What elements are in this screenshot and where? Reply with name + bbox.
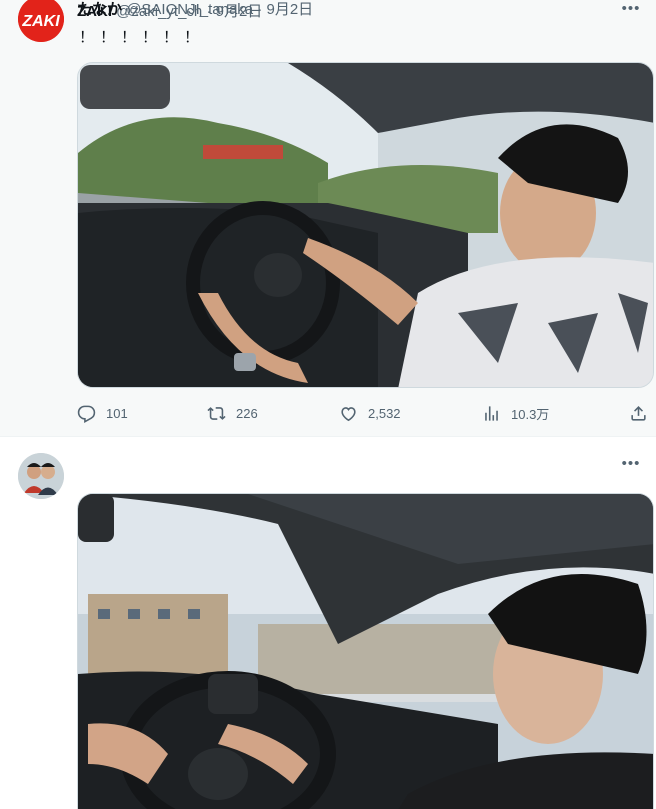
- view-count: 10.3万: [511, 406, 550, 422]
- retweet-count: 226: [236, 405, 258, 421]
- retweet-icon: [207, 406, 226, 420]
- share-icon: [631, 405, 646, 421]
- retweet-button[interactable]: 226: [207, 400, 258, 426]
- tweet-text: ！！！！！！: [79, 29, 206, 46]
- separator: ·: [257, 1, 263, 18]
- tweet[interactable]: ZAKI ZAKI @zaki_yt_ch · 9月2日 ••• ！！！！！！: [0, 0, 656, 437]
- views-icon: [485, 405, 498, 421]
- more-icon[interactable]: •••: [620, 456, 642, 475]
- reply-icon: [77, 405, 96, 423]
- share-button[interactable]: [629, 400, 648, 426]
- like-button[interactable]: 2,532: [339, 400, 401, 426]
- timestamp[interactable]: 9月2日: [266, 1, 313, 18]
- like-count: 2,532: [368, 405, 401, 421]
- reply-button[interactable]: 101: [77, 400, 128, 426]
- reply-count: 101: [106, 405, 128, 421]
- tweet-header: たなか @SAIONJI_tanaka · 9月2日: [77, 0, 313, 20]
- display-name[interactable]: たなか: [77, 1, 122, 18]
- more-icon[interactable]: •••: [620, 1, 642, 20]
- tweet-photo[interactable]: [77, 62, 654, 388]
- tweet-photo[interactable]: [77, 493, 654, 809]
- avatar[interactable]: [18, 453, 64, 499]
- views-button[interactable]: 10.3万: [482, 400, 549, 426]
- avatar[interactable]: ZAKI: [18, 0, 64, 42]
- avatar-logo-text: ZAKI: [21, 13, 60, 30]
- heart-icon: [341, 406, 356, 421]
- tweet-actions: 101 226 2,532 10.3万: [77, 400, 654, 426]
- user-handle[interactable]: @SAIONJI_tanaka: [126, 1, 253, 18]
